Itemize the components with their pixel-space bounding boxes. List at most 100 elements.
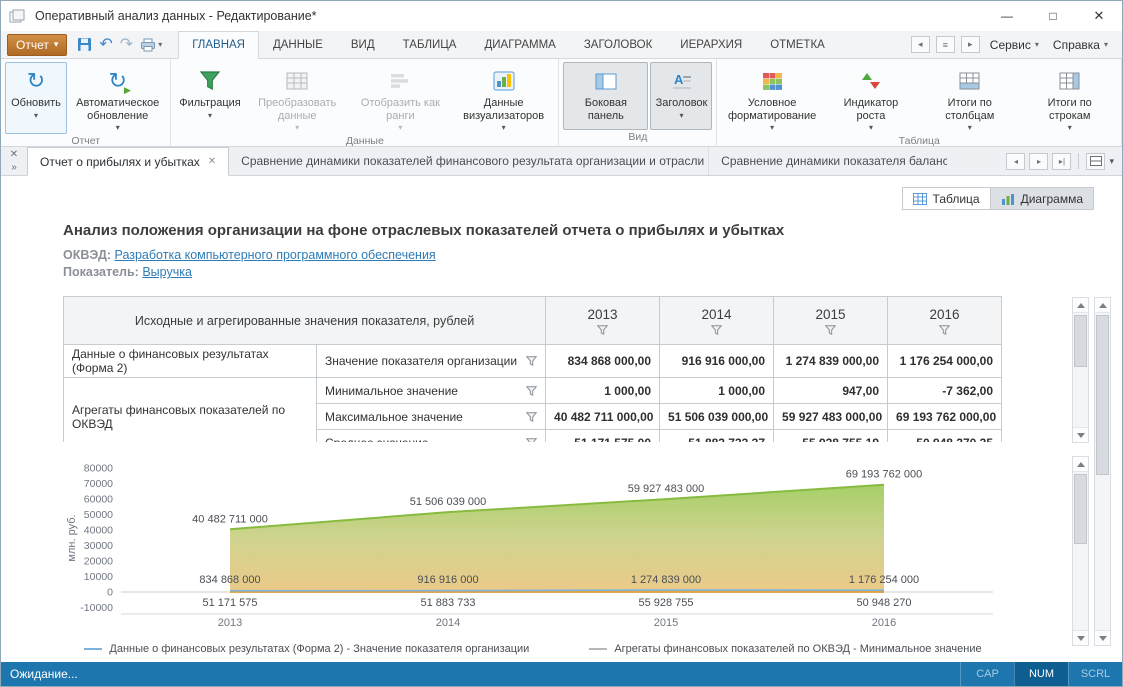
conditional-formatting-button[interactable]: Условное форматирование ▾ xyxy=(721,62,822,134)
indicator-label: Показатель: xyxy=(63,265,139,279)
scroll-down-arrow[interactable] xyxy=(1095,630,1110,645)
row-group-label[interactable]: Агрегаты финансовых показателей по ОКВЭД xyxy=(64,378,317,443)
metric-cell[interactable]: Максимальное значение xyxy=(317,404,546,430)
value-cell[interactable]: 1 000,00 xyxy=(660,378,774,404)
ribbon-minimize-button[interactable]: ≡ xyxy=(936,36,955,53)
chart-value-label: 834 868 000 xyxy=(199,574,260,586)
okved-link[interactable]: Разработка компьютерного программного об… xyxy=(115,248,436,262)
header-button[interactable]: A Заголовок ▾ xyxy=(650,62,712,130)
filter-funnel-icon[interactable] xyxy=(597,325,608,335)
ribbon-tab-view[interactable]: ВИД xyxy=(337,31,389,59)
ribbon-scroll-left-button[interactable]: ◂ xyxy=(911,36,930,53)
y-tick-label: 80000 xyxy=(84,463,113,475)
value-cell[interactable]: 55 928 755,19 xyxy=(774,430,888,443)
ribbon-tab-header[interactable]: ЗАГОЛОВОК xyxy=(570,31,666,59)
growth-indicator-button[interactable]: Индикатор роста ▾ xyxy=(825,62,917,134)
metric-cell[interactable]: Минимальное значение xyxy=(317,378,546,404)
table-view-button[interactable]: Таблица xyxy=(902,187,990,210)
table-corner-header[interactable]: Исходные и агрегированные значения показ… xyxy=(64,297,546,345)
filter-funnel-icon[interactable] xyxy=(526,412,537,422)
tabs-scroll-end-button[interactable]: ▸| xyxy=(1052,153,1071,170)
value-cell[interactable]: 1 000,00 xyxy=(546,378,660,404)
metric-cell[interactable]: Среднее значение xyxy=(317,430,546,443)
scrollbar-thumb[interactable] xyxy=(1074,315,1087,367)
ribbon-tab-table[interactable]: ТАБЛИЦА xyxy=(389,31,471,59)
ribbon-tab-chart[interactable]: ДИАГРАММА xyxy=(470,31,569,59)
filter-funnel-icon[interactable] xyxy=(526,356,537,366)
value-cell[interactable]: 51 506 039 000,00 xyxy=(660,404,774,430)
undo-button[interactable]: ↶ xyxy=(99,37,112,53)
row-totals-button[interactable]: Итоги по строкам ▾ xyxy=(1022,62,1117,134)
transform-data-button[interactable]: Преобразовать данные ▾ xyxy=(247,62,348,134)
filter-funnel-icon[interactable] xyxy=(939,325,950,335)
tabs-menu-caret-icon[interactable]: ▾ xyxy=(1109,156,1114,167)
indicator-link[interactable]: Выручка xyxy=(142,265,192,279)
scroll-up-arrow[interactable] xyxy=(1073,457,1088,472)
filter-funnel-icon[interactable] xyxy=(526,386,537,396)
minimize-button[interactable]: — xyxy=(984,1,1030,31)
split-layout-button[interactable] xyxy=(1086,153,1105,170)
doc-tab-financial-result-comparison[interactable]: Сравнение динамики показателей финансово… xyxy=(229,147,709,175)
year-header[interactable]: 2014 xyxy=(660,297,774,345)
filter-funnel-icon[interactable] xyxy=(526,438,537,443)
print-button[interactable]: ▾ xyxy=(140,38,162,52)
doc-tab-profit-loss[interactable]: Отчет о прибылях и убытках ✕ xyxy=(27,147,229,176)
value-cell[interactable]: 1 274 839 000,00 xyxy=(774,345,888,378)
close-tab-icon[interactable]: ✕ xyxy=(208,156,216,167)
doc-tab-balance-comparison[interactable]: Сравнение динамики показателя баланса xyxy=(709,147,947,175)
table-scrollbar[interactable] xyxy=(1072,297,1089,443)
value-cell[interactable]: 1 176 254 000,00 xyxy=(888,345,1002,378)
refresh-button[interactable]: ↻ Обновить ▾ xyxy=(5,62,67,134)
year-header[interactable]: 2016 xyxy=(888,297,1002,345)
ribbon-tab-main[interactable]: ГЛАВНАЯ xyxy=(178,31,259,60)
year-header[interactable]: 2015 xyxy=(774,297,888,345)
scroll-up-arrow[interactable] xyxy=(1095,298,1110,313)
value-cell[interactable]: 51 883 733,37 xyxy=(660,430,774,443)
value-cell[interactable]: 59 927 483 000,00 xyxy=(774,404,888,430)
value-cell[interactable]: 51 171 575,00 xyxy=(546,430,660,443)
auto-refresh-button[interactable]: ↻ ▶ Автоматическое обновление ▾ xyxy=(69,62,166,134)
chart-view-button[interactable]: Диаграмма xyxy=(990,187,1094,210)
close-button[interactable]: ✕ xyxy=(1076,1,1122,31)
chart-value-label: 51 506 039 000 xyxy=(410,496,486,508)
value-cell[interactable]: -7 362,00 xyxy=(888,378,1002,404)
filter-funnel-icon[interactable] xyxy=(825,325,836,335)
ribbon-tab-hierarchy[interactable]: ИЕРАРХИЯ xyxy=(666,31,756,59)
save-button[interactable] xyxy=(77,37,92,52)
scrollbar-thumb[interactable] xyxy=(1074,474,1087,544)
show-as-ranks-button[interactable]: Отобразить как ранги ▾ xyxy=(350,62,451,134)
help-menu[interactable]: Справка ▾ xyxy=(1049,38,1112,52)
year-header[interactable]: 2013 xyxy=(546,297,660,345)
ribbon-tab-data[interactable]: ДАННЫЕ xyxy=(259,31,337,59)
scroll-down-arrow[interactable] xyxy=(1073,630,1088,645)
close-panel-icon[interactable]: ✕ xyxy=(10,149,18,160)
save-icon xyxy=(77,37,92,52)
report-menu-button[interactable]: Отчет ▾ xyxy=(7,34,67,56)
value-cell[interactable]: 834 868 000,00 xyxy=(546,345,660,378)
value-cell[interactable]: 916 916 000,00 xyxy=(660,345,774,378)
tabs-scroll-right-button[interactable]: ▸ xyxy=(1029,153,1048,170)
ribbon-tab-mark[interactable]: ОТМЕТКА xyxy=(756,31,839,59)
scroll-down-arrow[interactable] xyxy=(1073,427,1088,442)
value-cell[interactable]: 40 482 711 000,00 xyxy=(546,404,660,430)
tabs-scroll-left-button[interactable]: ◂ xyxy=(1006,153,1025,170)
filter-funnel-icon[interactable] xyxy=(711,325,722,335)
column-totals-button[interactable]: Итоги по столбцам ▾ xyxy=(919,62,1020,134)
value-cell[interactable]: 69 193 762 000,00 xyxy=(888,404,1002,430)
expand-panel-icon[interactable]: » xyxy=(11,162,17,173)
ribbon-scroll-right-button[interactable]: ▸ xyxy=(961,36,980,53)
page-scrollbar[interactable] xyxy=(1094,297,1111,646)
chart-scrollbar[interactable] xyxy=(1072,456,1089,646)
side-panel-button[interactable]: Боковая панель xyxy=(563,62,648,130)
visualizer-data-button[interactable]: Данные визуализаторов ▾ xyxy=(453,62,554,134)
scrollbar-thumb[interactable] xyxy=(1096,315,1109,475)
maximize-button[interactable]: □ xyxy=(1030,1,1076,31)
service-menu[interactable]: Сервис ▾ xyxy=(986,38,1043,52)
scroll-up-arrow[interactable] xyxy=(1073,298,1088,313)
redo-button[interactable]: ↷ xyxy=(120,37,133,53)
filter-button[interactable]: Фильтрация ▾ xyxy=(175,62,244,134)
value-cell[interactable]: 947,00 xyxy=(774,378,888,404)
metric-cell[interactable]: Значение показателя организации xyxy=(317,345,546,378)
value-cell[interactable]: 50 948 270,35 xyxy=(888,430,1002,443)
row-group-label[interactable]: Данные о финансовых результатах (Форма 2… xyxy=(64,345,317,378)
